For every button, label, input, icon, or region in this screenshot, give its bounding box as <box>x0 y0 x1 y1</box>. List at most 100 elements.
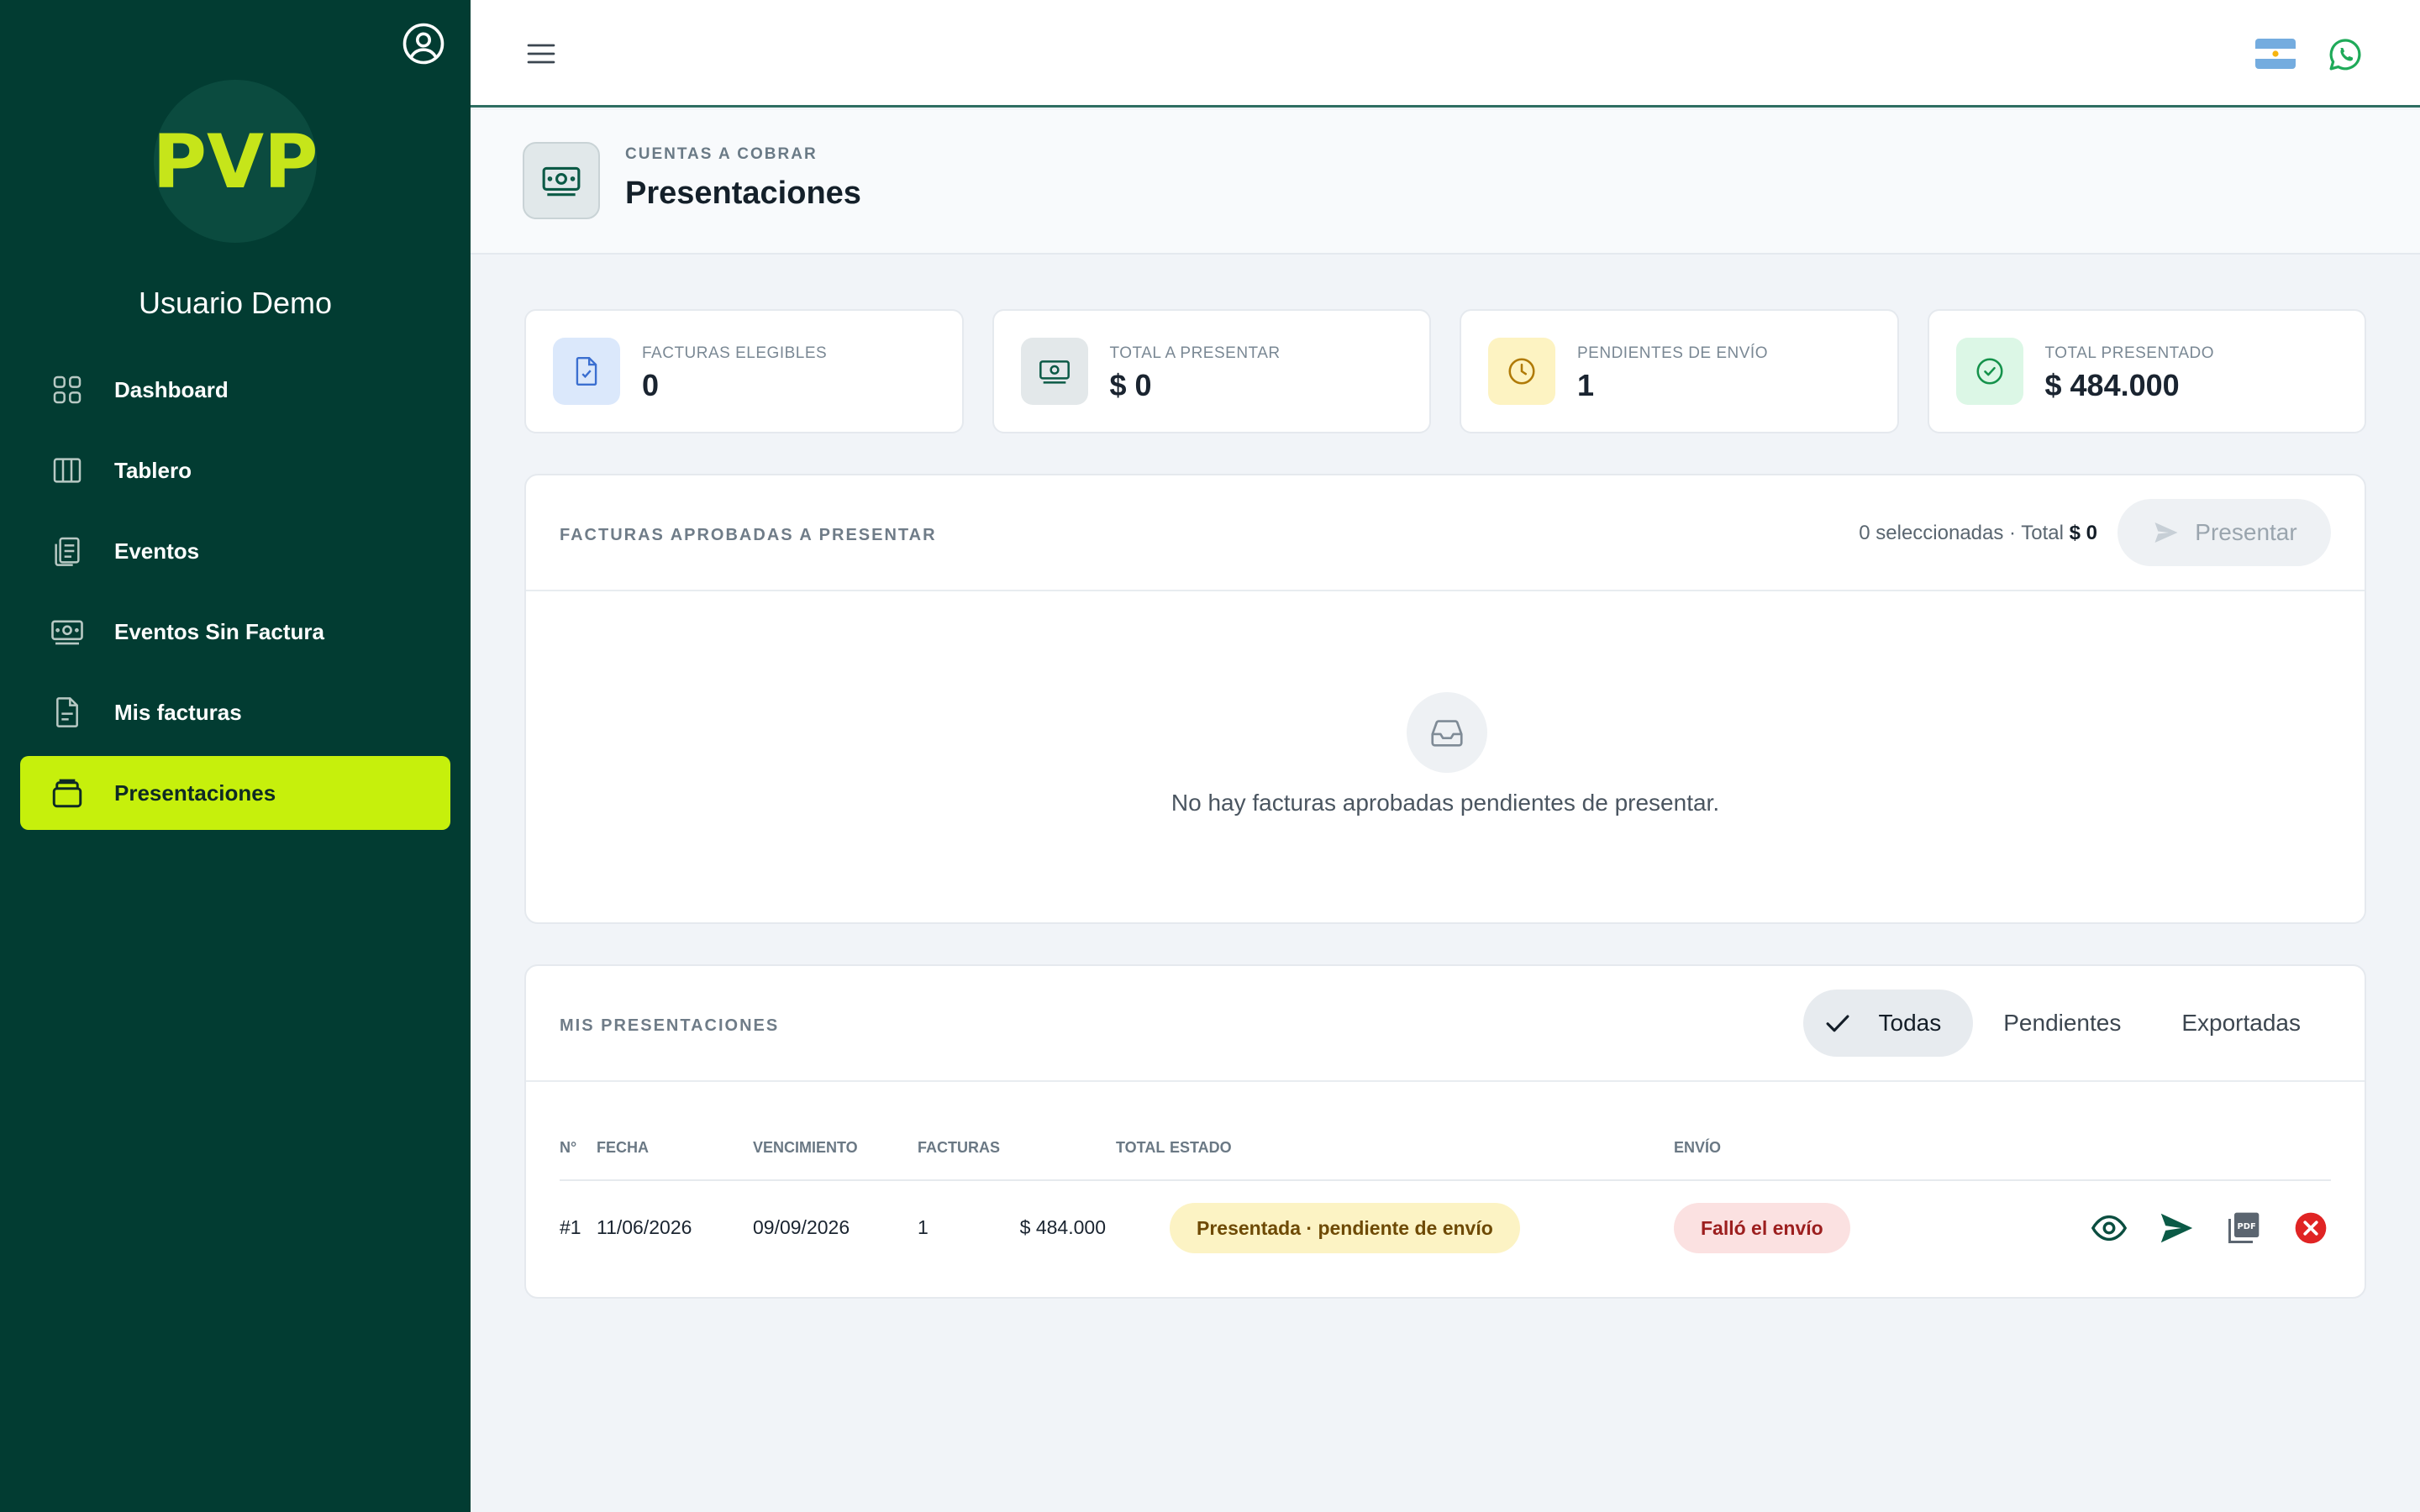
stat-label: PENDIENTES DE ENVÍO <box>1577 344 1768 362</box>
profile-button[interactable] <box>400 20 447 67</box>
stat-value: $ 0 <box>1109 368 1152 402</box>
send-icon <box>2160 1213 2193 1243</box>
column-header: VENCIMIENTO <box>753 1139 858 1156</box>
sidebar-item-presentaciones[interactable]: Presentaciones <box>20 756 450 830</box>
sidebar-item-label: Tablero <box>114 457 192 483</box>
cell-facturas: 1 <box>918 1216 929 1238</box>
user-circle-icon <box>402 23 445 65</box>
tab-todas[interactable]: Todas <box>1802 990 1974 1057</box>
table-row[interactable]: #1 11/06/2026 09/09/2026 1 $ 484.000 Pre… <box>560 1181 2331 1275</box>
stat-value: $ 484.000 <box>2044 368 2180 402</box>
download-pdf-button[interactable]: PDF <box>2223 1205 2264 1252</box>
sidebar-item-eventos[interactable]: Eventos <box>20 514 450 588</box>
sidebar-item-dashboard[interactable]: Dashboard <box>20 353 450 427</box>
hamburger-icon <box>527 44 555 64</box>
sidebar-nav: Dashboard Tablero Eventos Eventos Sin Fa… <box>20 353 450 837</box>
tab-label: Pendientes <box>2003 1010 2122 1036</box>
document-icon <box>49 694 86 731</box>
send-button[interactable] <box>2156 1205 2196 1252</box>
column-header: ENVÍO <box>1674 1139 1722 1156</box>
selection-count: 0 seleccionadas · Total <box>1859 522 2064 544</box>
stat-card-facturas-elegibles: FACTURAS ELEGIBLES 0 <box>524 309 964 433</box>
menu-toggle-button[interactable] <box>521 34 561 74</box>
stat-label: TOTAL PRESENTADO <box>2044 344 2215 362</box>
sidebar-item-label: Dashboard <box>114 376 229 402</box>
whatsapp-icon[interactable] <box>2326 35 2365 74</box>
filter-tabs: Todas Pendientes Exportadas <box>1802 990 2331 1057</box>
cell-number: #1 <box>560 1216 581 1238</box>
panel-header: FACTURAS APROBADAS A PRESENTAR 0 selecci… <box>526 475 2365 591</box>
document-check-icon <box>553 338 620 405</box>
inbox-icon <box>1407 692 1487 773</box>
column-header: FECHA <box>597 1139 649 1156</box>
column-header: N° <box>560 1139 577 1156</box>
stat-card-pendientes-de-envio: PENDIENTES DE ENVÍO 1 <box>1460 309 1899 433</box>
tab-label: Exportadas <box>2181 1010 2301 1036</box>
topbar <box>471 0 2420 108</box>
page-title: Presentaciones <box>625 176 861 211</box>
panel-title: FACTURAS APROBADAS A PRESENTAR <box>560 526 937 544</box>
sidebar-item-label: Presentaciones <box>114 780 276 806</box>
stat-card-total-presentado: TOTAL PRESENTADO $ 484.000 <box>1927 309 2366 433</box>
tab-pendientes[interactable]: Pendientes <box>1973 990 2151 1057</box>
cash-icon <box>1020 338 1088 405</box>
cell-fecha: 11/06/2026 <box>597 1216 692 1238</box>
user-name: Usuario Demo <box>138 286 333 320</box>
stat-value: 0 <box>642 368 660 402</box>
status-badge: Presentada · pendiente de envío <box>1170 1203 1520 1253</box>
tab-exportadas[interactable]: Exportadas <box>2151 990 2331 1057</box>
column-header: TOTAL <box>1116 1139 1165 1156</box>
page-eyebrow: CUENTAS A COBRAR <box>625 145 818 163</box>
pdf-icon: PDF <box>2228 1212 2260 1243</box>
panel-header: MIS PRESENTACIONES Todas Pendientes Expo… <box>526 966 2365 1082</box>
clipboard-list-icon <box>49 533 86 570</box>
present-button[interactable]: Presentar <box>2118 499 2331 566</box>
stat-label: TOTAL A PRESENTAR <box>1109 344 1281 362</box>
sidebar: PVP Usuario Demo Dashboard Tablero Event… <box>0 0 471 1512</box>
view-button[interactable] <box>2089 1205 2129 1252</box>
stat-card-total-a-presentar: TOTAL A PRESENTAR $ 0 <box>992 309 1431 433</box>
cash-icon <box>49 613 86 650</box>
row-actions: PDF <box>2089 1205 2331 1252</box>
cell-total: $ 484.000 <box>1019 1216 1106 1238</box>
grid-icon <box>49 371 86 408</box>
stack-icon <box>49 774 86 811</box>
presentations-table: N° FECHA VENCIMIENTO FACTURAS TOTAL ESTA… <box>560 1127 2331 1275</box>
sidebar-item-tablero[interactable]: Tablero <box>20 433 450 507</box>
check-circle-icon <box>1955 338 2023 405</box>
argentina-flag-icon[interactable] <box>2255 39 2296 69</box>
columns-icon <box>49 452 86 489</box>
send-status-badge: Falló el envío <box>1674 1203 1850 1253</box>
table-header: N° FECHA VENCIMIENTO FACTURAS TOTAL ESTA… <box>560 1127 2331 1181</box>
selection-total: $ 0 <box>2069 522 2097 544</box>
approved-invoices-panel: FACTURAS APROBADAS A PRESENTAR 0 selecci… <box>524 474 2366 924</box>
sidebar-item-eventos-sin-factura[interactable]: Eventos Sin Factura <box>20 595 450 669</box>
column-header: ESTADO <box>1170 1139 1232 1156</box>
brand-logo: PVP <box>152 80 318 243</box>
empty-state-text: No hay facturas aprobadas pendientes de … <box>1171 790 1720 816</box>
present-button-label: Presentar <box>2195 519 2297 545</box>
cash-icon <box>523 142 600 219</box>
selection-summary: 0 seleccionadas · Total $ 0 <box>1859 522 2097 545</box>
stat-value: 1 <box>1577 368 1595 402</box>
page-header: CUENTAS A COBRAR Presentaciones <box>471 110 2420 255</box>
tab-label: Todas <box>1878 1010 1942 1036</box>
send-icon <box>2151 517 2181 548</box>
clock-icon <box>1488 338 1555 405</box>
sidebar-item-label: Eventos <box>114 538 200 564</box>
close-circle-icon <box>2295 1212 2327 1244</box>
brand-logo-text: PVP <box>152 118 318 205</box>
stat-label: FACTURAS ELEGIBLES <box>642 344 828 362</box>
column-header: FACTURAS <box>918 1139 1000 1156</box>
check-icon <box>1822 1007 1854 1039</box>
cell-vencimiento: 09/09/2026 <box>753 1216 850 1238</box>
panel-title: MIS PRESENTACIONES <box>560 1016 780 1035</box>
my-presentations-panel: MIS PRESENTACIONES Todas Pendientes Expo… <box>524 964 2366 1299</box>
sidebar-item-label: Eventos Sin Factura <box>114 618 324 644</box>
svg-text:PDF: PDF <box>2238 1222 2256 1231</box>
cancel-button[interactable] <box>2291 1205 2331 1252</box>
sidebar-item-label: Mis facturas <box>114 699 242 725</box>
stats-row: FACTURAS ELEGIBLES 0 TOTAL A PRESENTAR $… <box>524 309 2366 433</box>
eye-icon <box>2091 1215 2128 1242</box>
sidebar-item-mis-facturas[interactable]: Mis facturas <box>20 675 450 749</box>
